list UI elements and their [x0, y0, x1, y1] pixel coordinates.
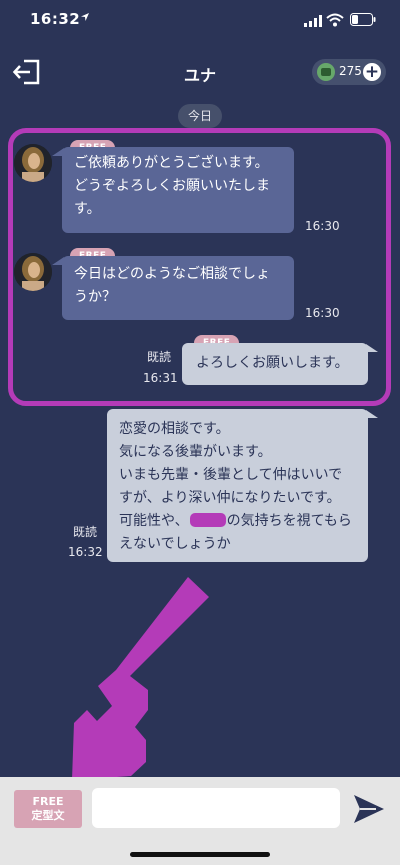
annotation-arrow-icon: [72, 577, 209, 780]
template-label: 定型文: [31, 809, 65, 822]
message-input[interactable]: [92, 788, 340, 828]
template-free-tag: FREE: [32, 795, 64, 808]
template-message-button[interactable]: FREE 定型文: [14, 790, 82, 828]
send-icon[interactable]: [352, 793, 386, 825]
home-indicator: [130, 852, 270, 857]
input-bar: FREE 定型文: [0, 777, 400, 865]
